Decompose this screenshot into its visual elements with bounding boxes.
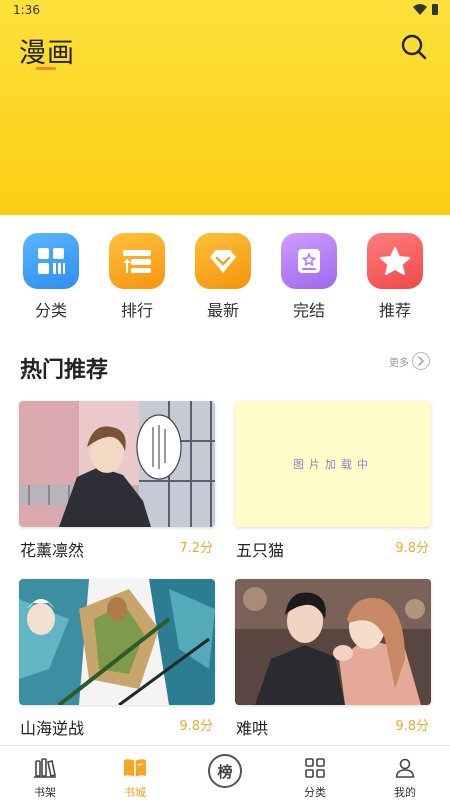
bookshelf-icon — [33, 756, 57, 780]
wifi-icon — [413, 4, 427, 15]
tab-label: 书架 — [34, 786, 56, 799]
diamond-icon — [195, 233, 251, 289]
tab-profile[interactable]: 我的 — [360, 746, 450, 800]
tab-bookstore[interactable]: 书城 — [90, 746, 180, 800]
loading-placeholder: 图片加载中 — [235, 401, 431, 527]
tab-category[interactable]: 分类 — [270, 746, 360, 800]
status-time: 1:36 — [13, 3, 40, 17]
shortcut-ranking[interactable]: 排行 — [102, 233, 172, 323]
title-underline — [36, 67, 56, 70]
comic-score: 9.8分 — [395, 719, 429, 734]
comic-title: 难哄 — [236, 719, 269, 738]
tab-ranking[interactable]: 榜 — [180, 746, 270, 800]
comic-score: 7.2分 — [179, 541, 213, 556]
shortcut-label: 推荐 — [378, 301, 411, 320]
shortcut-category[interactable]: 分类 — [16, 233, 86, 323]
grid-icon — [23, 233, 79, 289]
tab-label: 书城 — [124, 786, 146, 799]
section-title: 热门推荐 — [20, 358, 109, 383]
comic-cover — [19, 401, 215, 527]
shortcut-newest[interactable]: 最新 — [188, 233, 258, 323]
comic-card[interactable]: 难哄 9.8分 — [235, 579, 431, 739]
shortcut-label: 最新 — [206, 301, 239, 320]
book-star-icon — [281, 233, 337, 289]
comic-title: 花薰凛然 — [20, 541, 85, 560]
status-icons — [413, 4, 438, 15]
more-label: 更多 — [389, 357, 409, 369]
comic-cover — [235, 579, 431, 705]
more-button[interactable]: 更多 — [389, 352, 430, 370]
shortcut-label: 完结 — [292, 301, 325, 320]
search-icon — [401, 34, 427, 60]
category-grid-icon — [303, 756, 327, 780]
ranking-icon — [109, 233, 165, 289]
status-bar: 1:36 — [0, 0, 450, 22]
tab-label: 分类 — [304, 786, 326, 799]
comic-title: 五只猫 — [236, 541, 285, 560]
star-icon — [367, 233, 423, 289]
header: 1:36 漫画 — [0, 0, 450, 215]
shortcut-recommend[interactable]: 推荐 — [360, 233, 430, 323]
tab-label: 我的 — [394, 786, 416, 799]
comic-title: 山海逆战 — [20, 719, 85, 738]
category-shortcuts: 分类 排行 最新 完结 推荐 — [0, 233, 450, 328]
app-title: 漫画 — [19, 38, 75, 69]
battery-icon — [432, 4, 438, 15]
shortcut-label: 排行 — [120, 301, 153, 320]
shortcut-completed[interactable]: 完结 — [274, 233, 344, 323]
tab-bookshelf[interactable]: 书架 — [0, 746, 90, 800]
comic-score: 9.8分 — [395, 541, 429, 556]
shortcut-label: 分类 — [34, 301, 67, 320]
comic-card[interactable]: 图片加载中 五只猫 9.8分 — [235, 401, 431, 561]
bottom-tab-bar: 书架 书城 榜 分类 我的 — [0, 745, 450, 800]
main-content: 分类 排行 最新 完结 推荐 热门推荐 更多 花薰凛然 7.2分 图片加载中 五… — [0, 215, 450, 745]
ranking-badge-icon: 榜 — [208, 754, 242, 788]
comic-score: 9.8分 — [179, 719, 213, 734]
chevron-right-icon — [412, 352, 430, 370]
profile-icon — [393, 756, 417, 780]
search-button[interactable] — [399, 32, 429, 62]
open-book-icon — [123, 756, 147, 780]
comic-card[interactable]: 花薰凛然 7.2分 — [19, 401, 215, 561]
comic-cover — [19, 579, 215, 705]
comic-card[interactable]: 山海逆战 9.8分 — [19, 579, 215, 739]
placeholder-text: 图片加载中 — [293, 458, 373, 471]
